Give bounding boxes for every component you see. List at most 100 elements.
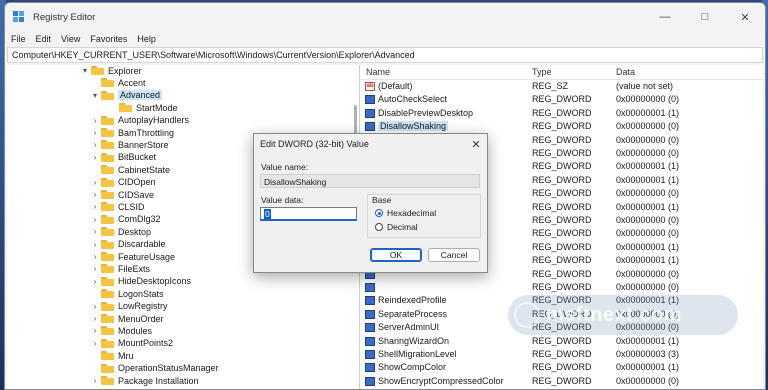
tree-item-label: BamThrottling xyxy=(118,127,175,138)
value-row[interactable]: ShellMigrationLevel REG_DWORD 0x00000003 (… xyxy=(360,348,763,361)
dialog-close-icon[interactable]: ✕ xyxy=(465,138,487,151)
chevron-right-icon[interactable]: › xyxy=(91,302,99,311)
value-row[interactable]: ShowCompColor REG_DWORD 0x00000001 (1) xyxy=(360,361,763,374)
maximize-button[interactable]: □ xyxy=(685,3,725,31)
chevron-right-icon[interactable]: › xyxy=(91,227,99,236)
column-header-name[interactable]: Name xyxy=(366,67,390,77)
tree-item[interactable]: › Package Installation xyxy=(91,374,199,387)
tree-item[interactable]: › CIDSave xyxy=(91,188,154,201)
value-data: 0x00000000 (0) xyxy=(616,134,680,145)
hexadecimal-option[interactable]: Hexadecimal xyxy=(375,208,436,218)
cancel-button[interactable]: Cancel xyxy=(428,248,480,262)
chevron-right-icon[interactable]: › xyxy=(91,202,99,211)
folder-icon xyxy=(101,264,114,274)
folder-icon xyxy=(101,128,114,137)
chevron-down-icon[interactable]: ▾ xyxy=(81,66,89,75)
chevron-right-icon[interactable]: › xyxy=(91,252,99,261)
value-data-input[interactable]: 0 xyxy=(260,207,357,221)
folder-icon xyxy=(101,376,114,385)
tree-item[interactable]: OperationStatusManager xyxy=(91,362,219,375)
tree-item[interactable]: › MountPoints2 xyxy=(91,337,173,350)
decimal-option[interactable]: Decimal xyxy=(375,222,418,232)
value-type: REG_DWORD xyxy=(532,362,592,373)
value-type: REG_DWORD xyxy=(532,121,592,132)
chevron-right-icon[interactable]: › xyxy=(91,264,99,273)
value-data: 0x00000000 (0) xyxy=(616,228,680,239)
folder-icon xyxy=(119,103,132,113)
column-header-data[interactable]: Data xyxy=(616,67,635,77)
chevron-right-icon[interactable]: › xyxy=(91,240,99,249)
tree-item[interactable]: Mru xyxy=(91,349,134,362)
tree-item[interactable]: › BannerStore xyxy=(91,138,169,151)
menu-item-view[interactable]: View xyxy=(61,34,80,44)
chevron-right-icon[interactable]: › xyxy=(91,153,99,162)
hexadecimal-label: Hexadecimal xyxy=(387,208,437,218)
value-data: 0x00000001 (1) xyxy=(616,161,680,172)
value-name: ShellMigrationLevel xyxy=(378,349,457,359)
tree-item[interactable]: › FileExts xyxy=(91,262,150,275)
chevron-right-icon[interactable]: › xyxy=(91,178,99,187)
value-name: ShowCompColor xyxy=(378,362,447,373)
folder-icon xyxy=(101,363,114,373)
value-row[interactable]: SharingWizardOn REG_DWORD 0x00000001 (1) xyxy=(360,335,763,348)
tree-item[interactable]: › CLSID xyxy=(91,200,145,213)
tree-item-label: CLSID xyxy=(118,201,145,212)
chevron-right-icon[interactable]: › xyxy=(91,326,99,335)
tree-item[interactable]: › Discardable xyxy=(91,238,166,251)
chevron-right-icon[interactable]: › xyxy=(91,339,99,348)
tree-item[interactable]: StartMode xyxy=(109,101,178,114)
chevron-down-icon[interactable]: ▾ xyxy=(91,91,99,100)
chevron-right-icon[interactable]: › xyxy=(91,128,99,137)
menu-item-edit[interactable]: Edit xyxy=(36,34,52,44)
tree-item[interactable]: Accent xyxy=(91,76,146,89)
chevron-right-icon[interactable]: › xyxy=(91,314,99,323)
tree-item[interactable]: › MenuOrder xyxy=(91,312,164,325)
value-row[interactable]: ab (Default) REG_SZ (value not set) xyxy=(360,80,763,93)
column-header-type[interactable]: Type xyxy=(532,67,552,77)
tree-item[interactable]: › CIDOpen xyxy=(91,176,156,189)
tree-item[interactable]: › LowRegistry xyxy=(91,300,168,313)
tree-item[interactable]: › Desktop xyxy=(91,225,151,238)
close-button[interactable]: ✕ xyxy=(725,3,765,31)
menu-item-help[interactable]: Help xyxy=(137,34,156,44)
tree-item[interactable]: › ComDlg32 xyxy=(91,213,161,226)
chevron-right-icon[interactable]: › xyxy=(91,277,99,286)
tree-item[interactable]: › BitBucket xyxy=(91,151,156,164)
dword-value-icon xyxy=(365,336,375,346)
chevron-right-icon[interactable]: › xyxy=(91,190,99,199)
dword-value-icon xyxy=(365,309,375,319)
value-row[interactable]: AutoCheckSelect REG_DWORD 0x00000000 (0) xyxy=(360,93,763,106)
dword-value-icon xyxy=(365,283,375,292)
watermark-text: msftnext.com xyxy=(546,303,683,326)
tree-item[interactable]: CabinetState xyxy=(91,163,170,176)
ok-button[interactable]: OK xyxy=(370,248,422,262)
value-row[interactable]: DisablePreviewDesktop REG_DWORD 0x00000001… xyxy=(360,107,763,120)
tree-item[interactable]: › BamThrottling xyxy=(91,126,174,139)
value-type: REG_DWORD xyxy=(532,268,592,279)
chevron-right-icon[interactable]: › xyxy=(91,116,99,125)
chevron-right-icon[interactable]: › xyxy=(91,140,99,149)
value-row[interactable]: DisallowShaking REG_DWORD 0x00000000 (0) xyxy=(360,120,763,133)
tree-item-label: ComDlg32 xyxy=(118,214,161,225)
value-type: REG_DWORD xyxy=(532,188,592,199)
value-row[interactable]: ShowEncryptCompressedColor REG_DWORD 0x000… xyxy=(360,375,763,388)
chevron-right-icon[interactable]: › xyxy=(91,215,99,224)
value-row[interactable]: REG_DWORD 0x00000000 (0) xyxy=(360,281,763,294)
dialog-title: Edit DWORD (32-bit) Value xyxy=(260,139,369,149)
tree-item[interactable]: › Modules xyxy=(91,324,152,337)
tree-item[interactable]: › FeatureUsage xyxy=(91,250,175,263)
tree-item[interactable]: ▾ Advanced xyxy=(91,89,163,102)
menu-item-file[interactable]: File xyxy=(11,34,26,44)
tree-item[interactable]: ▾ Explorer xyxy=(81,65,142,77)
value-type: REG_DWORD xyxy=(532,94,592,105)
tree-item[interactable]: LogonStats xyxy=(91,287,164,300)
hexadecimal-radio[interactable] xyxy=(375,209,383,217)
tree-item[interactable]: › AutoplayHandlers xyxy=(91,114,189,127)
value-data: 0x00000000 (0) xyxy=(616,94,680,105)
tree-item[interactable]: › HideDesktopIcons xyxy=(91,275,191,288)
chevron-right-icon[interactable]: › xyxy=(91,376,99,385)
address-bar[interactable]: Computer\HKEY_CURRENT_USER\Software\Micr… xyxy=(7,47,763,63)
menu-item-favorites[interactable]: Favorites xyxy=(90,34,127,44)
decimal-radio[interactable] xyxy=(375,223,383,231)
minimize-button[interactable]: — xyxy=(645,3,685,31)
